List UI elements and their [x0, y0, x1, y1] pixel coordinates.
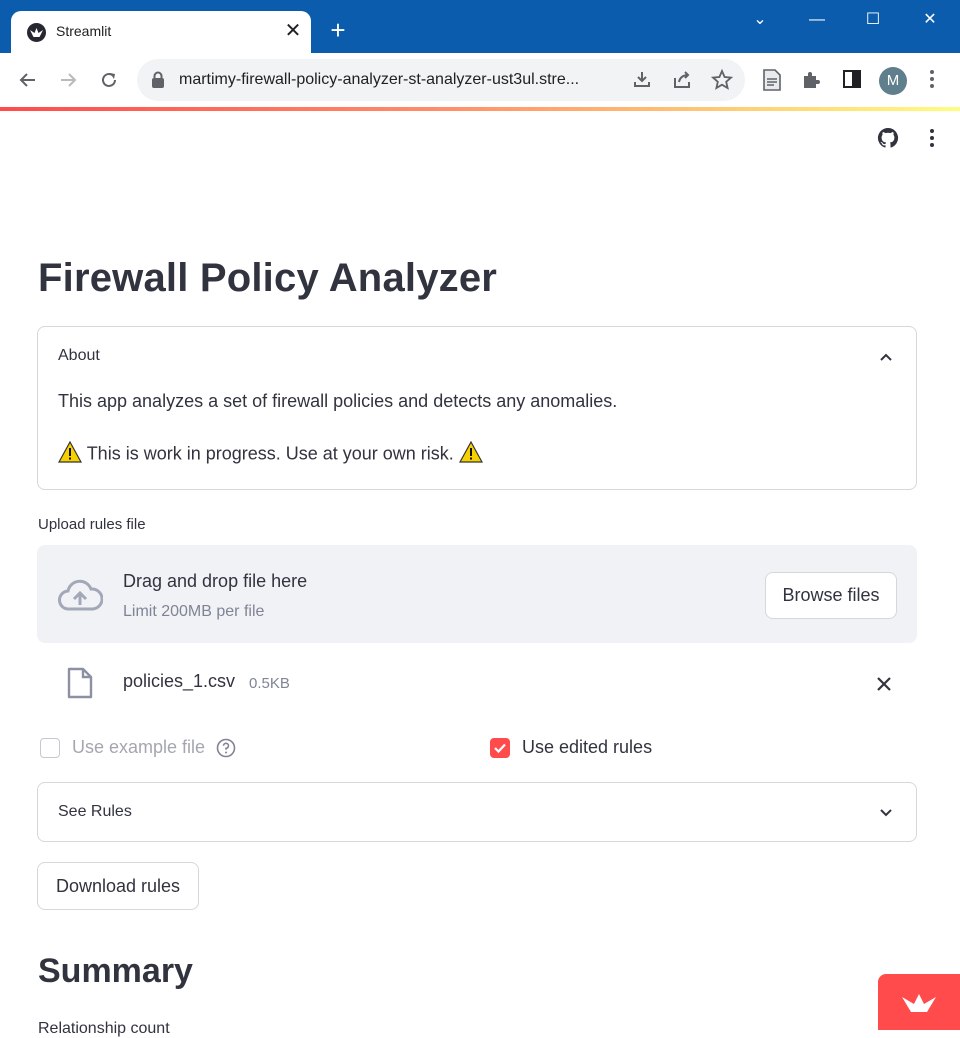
browse-files-button[interactable]: Browse files [765, 572, 897, 619]
about-description: This app analyzes a set of firewall poli… [58, 391, 618, 411]
new-tab-button[interactable]: + [326, 17, 350, 43]
see-rules-expander[interactable]: See Rules [37, 782, 917, 842]
remove-file-icon[interactable] [874, 674, 894, 694]
profile-avatar[interactable]: M [879, 67, 907, 95]
reading-mode-icon[interactable] [761, 68, 785, 92]
see-rules-header[interactable]: See Rules [58, 803, 132, 821]
minimize-icon[interactable]: — [797, 6, 837, 34]
side-panel-icon[interactable] [841, 68, 865, 92]
warning-icon [458, 440, 483, 468]
browser-menu-icon[interactable] [921, 68, 945, 92]
lock-icon[interactable] [151, 71, 167, 89]
browser-tab[interactable]: Streamlit ✕ [11, 11, 311, 53]
extensions-icon[interactable] [801, 68, 825, 92]
about-expander-header[interactable]: About [58, 347, 100, 365]
bookmark-star-icon[interactable] [710, 68, 734, 91]
tab-title: Streamlit [56, 23, 112, 39]
use-edited-checkbox[interactable] [490, 738, 510, 758]
download-rules-button[interactable]: Download rules [37, 862, 199, 910]
app-menu-icon[interactable] [920, 126, 944, 150]
tab-search-icon[interactable]: ⌄ [740, 6, 780, 34]
use-example-checkbox[interactable] [40, 738, 60, 758]
tab-close-icon[interactable]: ✕ [281, 19, 305, 43]
summary-subtext: Relationship count [38, 1020, 170, 1037]
forward-icon[interactable] [53, 65, 83, 95]
dropzone-instructions: Drag and drop file here [123, 571, 308, 591]
uploaded-file-name: policies_1.csv [123, 671, 236, 691]
streamlit-crown-icon [902, 994, 936, 1012]
dropzone-limit: Limit 200MB per file [123, 603, 265, 620]
url-text[interactable]: martimy-firewall-policy-analyzer-st-anal… [179, 71, 629, 89]
install-app-icon[interactable] [631, 69, 653, 91]
cloud-upload-icon [57, 579, 104, 616]
streamlit-favicon-icon [27, 23, 46, 42]
streamlit-header-decoration [0, 107, 960, 111]
browser-titlebar: Streamlit ✕ + ⌄ — ☐ ✕ [0, 0, 960, 53]
use-example-label[interactable]: Use example file [72, 737, 205, 758]
streamlit-badge[interactable] [878, 974, 960, 1030]
about-expander: About This app analyzes a set of firewal… [37, 326, 917, 490]
chevron-down-icon[interactable] [878, 805, 894, 821]
close-window-icon[interactable]: ✕ [910, 6, 950, 34]
address-bar[interactable]: martimy-firewall-policy-analyzer-st-anal… [137, 59, 745, 101]
file-dropzone[interactable]: Drag and drop file here Limit 200MB per … [37, 545, 917, 643]
upload-label: Upload rules file [38, 516, 146, 533]
file-icon [67, 667, 93, 704]
uploaded-file-size: 0.5KB [249, 675, 290, 692]
summary-heading: Summary [38, 952, 193, 990]
warning-text: This is work in progress. Use at your ow… [86, 443, 454, 464]
warning-icon [57, 440, 83, 468]
page-title: Firewall Policy Analyzer [38, 256, 498, 300]
back-icon[interactable] [13, 65, 43, 95]
browser-toolbar: martimy-firewall-policy-analyzer-st-anal… [0, 53, 960, 107]
share-icon[interactable] [671, 69, 693, 91]
maximize-icon[interactable]: ☐ [853, 6, 893, 34]
reload-icon[interactable] [94, 65, 124, 95]
help-icon[interactable] [216, 738, 236, 758]
chevron-up-icon[interactable] [878, 349, 894, 365]
use-edited-label[interactable]: Use edited rules [522, 737, 652, 758]
github-icon[interactable] [876, 126, 900, 150]
about-warning-line: This is work in progress. Use at your ow… [57, 440, 483, 468]
